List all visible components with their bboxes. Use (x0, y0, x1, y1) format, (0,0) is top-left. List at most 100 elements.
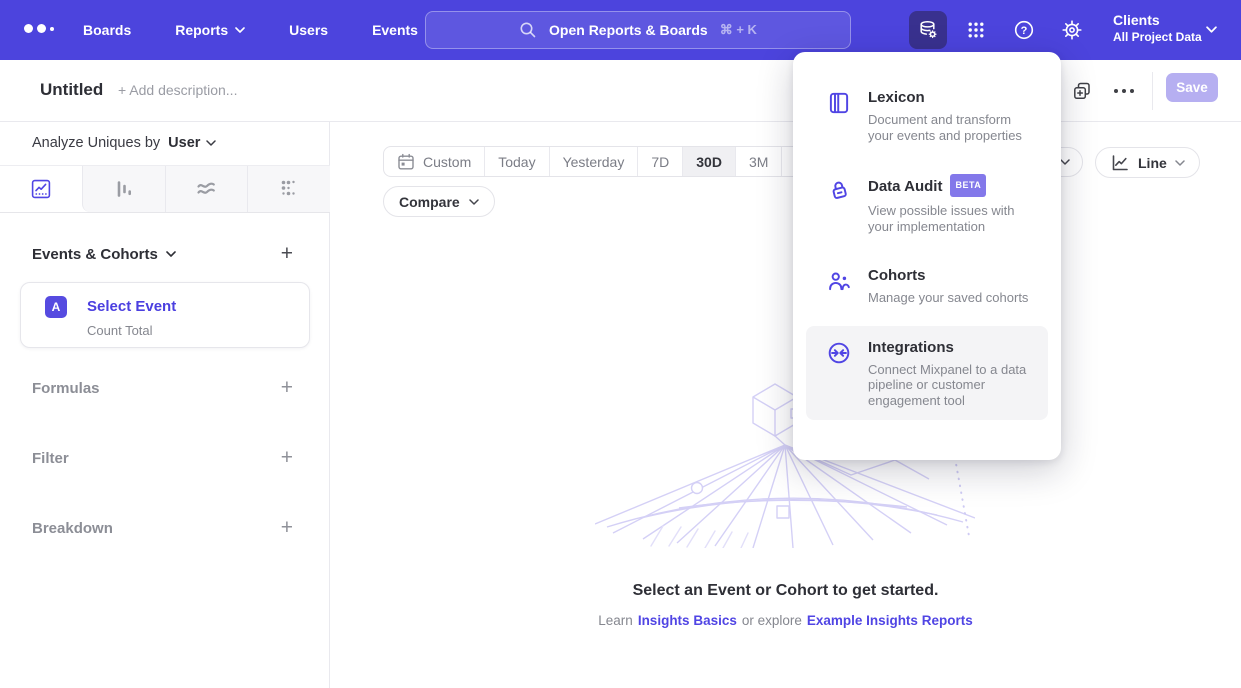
project-scope: All Project Data (1113, 29, 1202, 45)
beta-badge: BETA (950, 174, 986, 197)
analyze-uniques-row: Analyze Uniques by User (32, 135, 216, 151)
search-placeholder: Open Reports & Boards (549, 22, 708, 38)
duplicate-button[interactable] (1066, 75, 1098, 107)
nav-link-label: Reports (175, 22, 228, 38)
chevron-down-icon (1175, 160, 1185, 166)
menu-item-title: Integrations (868, 338, 1034, 357)
settings-gear-icon (1060, 18, 1084, 42)
insights-basics-link[interactable]: Insights Basics (638, 613, 737, 628)
scatter-chart-icon (277, 177, 301, 201)
chart-type-label: Line (1138, 155, 1167, 171)
date-range-label: 30D (696, 154, 722, 170)
select-event-card[interactable]: A Select Event Count Total (20, 282, 310, 348)
count-total-label[interactable]: Count Total (87, 323, 153, 338)
add-description-field[interactable]: + Add description... (118, 82, 237, 98)
menu-item-data-audit[interactable]: Data Audit BETA View possible issues wit… (806, 163, 1048, 246)
empty-state-title: Select an Event or Cohort to get started… (330, 582, 1241, 600)
more-options-button[interactable] (1108, 75, 1140, 107)
project-selector[interactable]: Clients All Project Data (1113, 11, 1202, 45)
nav-link-label: Boards (83, 22, 131, 38)
add-filter-button[interactable]: + (281, 448, 293, 468)
date-range-3m[interactable]: 3M (735, 147, 781, 176)
date-range-custom[interactable]: Custom (384, 147, 484, 176)
example-insights-reports-link[interactable]: Example Insights Reports (807, 613, 973, 628)
event-series-badge: A (45, 296, 67, 318)
query-builder-sidebar: Analyze Uniques by User (0, 122, 330, 688)
chevron-down-icon (1060, 159, 1070, 165)
select-event-label[interactable]: Select Event (87, 298, 176, 315)
flow-chart-icon (194, 177, 218, 201)
menu-item-integrations[interactable]: Integrations Connect Mixpanel to a data … (806, 326, 1048, 421)
compare-label: Compare (399, 194, 460, 210)
help-icon: ? (1012, 18, 1036, 42)
menu-item-text: Data Audit BETA View possible issues wit… (868, 175, 1034, 234)
menu-item-text: Lexicon Document and transform your even… (868, 88, 1034, 143)
settings-button[interactable] (1053, 11, 1091, 49)
tab-bar-chart[interactable] (82, 166, 165, 212)
learn-text: Learn (598, 613, 633, 628)
date-range-today[interactable]: Today (484, 147, 548, 176)
search-icon (519, 21, 537, 39)
nav-links: Boards Reports Users Events (83, 0, 418, 60)
breakdown-label: Breakdown (32, 520, 113, 537)
nav-link-label: Users (289, 22, 328, 38)
mixpanel-logo[interactable] (24, 24, 54, 33)
line-chart-small-icon (1110, 153, 1130, 173)
logo-dot (50, 27, 54, 31)
date-range-30d[interactable]: 30D (682, 147, 735, 176)
tab-line-chart[interactable] (0, 166, 82, 212)
menu-item-description: Manage your saved cohorts (868, 290, 1028, 306)
date-range-label: 7D (651, 154, 669, 170)
nav-link-events[interactable]: Events (372, 22, 418, 38)
empty-state-subtitle: Learn Insights Basics or explore Example… (330, 613, 1241, 628)
formulas-label: Formulas (32, 380, 100, 397)
menu-item-text: Cohorts Manage your saved cohorts (868, 266, 1028, 306)
date-range-label: Custom (423, 154, 471, 170)
chart-type-dropdown[interactable]: Line (1095, 147, 1200, 178)
header-divider (1152, 72, 1153, 110)
breakdown-section: Breakdown + (32, 515, 293, 541)
events-cohorts-dropdown[interactable]: Events & Cohorts (32, 246, 176, 263)
nav-link-users[interactable]: Users (289, 22, 328, 38)
search-shortcut: ⌘ + K (720, 22, 757, 38)
compare-button[interactable]: Compare (383, 186, 495, 217)
menu-item-text: Integrations Connect Mixpanel to a data … (868, 338, 1034, 409)
formulas-section: Formulas + (32, 375, 293, 401)
menu-item-description: Connect Mixpanel to a data pipeline or c… (868, 362, 1034, 409)
chart-type-tabs (0, 165, 330, 213)
menu-item-description: View possible issues with your implement… (868, 203, 1034, 234)
tab-flow-chart[interactable] (165, 166, 248, 212)
save-button[interactable]: Save (1166, 73, 1218, 102)
cohorts-people-icon (826, 266, 852, 306)
date-range-selector: Custom Today Yesterday 7D 30D 3M 6M (383, 146, 829, 177)
global-search-input[interactable]: Open Reports & Boards ⌘ + K (425, 11, 851, 49)
menu-item-title: Lexicon (868, 88, 1034, 107)
menu-item-description: Document and transform your events and p… (868, 112, 1034, 143)
date-range-7d[interactable]: 7D (637, 147, 682, 176)
date-range-label: Yesterday (563, 154, 625, 170)
nav-link-boards[interactable]: Boards (83, 22, 131, 38)
menu-item-cohorts[interactable]: Cohorts Manage your saved cohorts (806, 254, 1048, 318)
analyze-value-dropdown[interactable]: User (168, 135, 216, 151)
add-event-button[interactable]: + (281, 244, 293, 264)
date-range-yesterday[interactable]: Yesterday (549, 147, 638, 176)
or-explore-text: or explore (742, 613, 802, 628)
add-breakdown-button[interactable]: + (281, 518, 293, 538)
chevron-down-icon (206, 140, 216, 146)
nav-link-reports[interactable]: Reports (175, 22, 245, 38)
apps-grid-button[interactable] (957, 11, 995, 49)
apps-grid-icon (965, 19, 987, 41)
project-name: Clients (1113, 11, 1202, 29)
filter-label: Filter (32, 450, 69, 467)
menu-item-lexicon[interactable]: Lexicon Document and transform your even… (806, 76, 1048, 155)
add-formula-button[interactable]: + (281, 378, 293, 398)
duplicate-icon (1071, 80, 1093, 102)
tab-scatter-chart[interactable] (247, 166, 330, 212)
report-title[interactable]: Untitled (40, 80, 103, 100)
logo-dot (24, 24, 33, 33)
data-management-button[interactable] (909, 11, 947, 49)
events-cohorts-header: Events & Cohorts + (32, 244, 293, 264)
data-management-dropdown-menu: Lexicon Document and transform your even… (793, 52, 1061, 460)
help-button[interactable]: ? (1005, 11, 1043, 49)
project-chevron[interactable] (1206, 26, 1217, 33)
